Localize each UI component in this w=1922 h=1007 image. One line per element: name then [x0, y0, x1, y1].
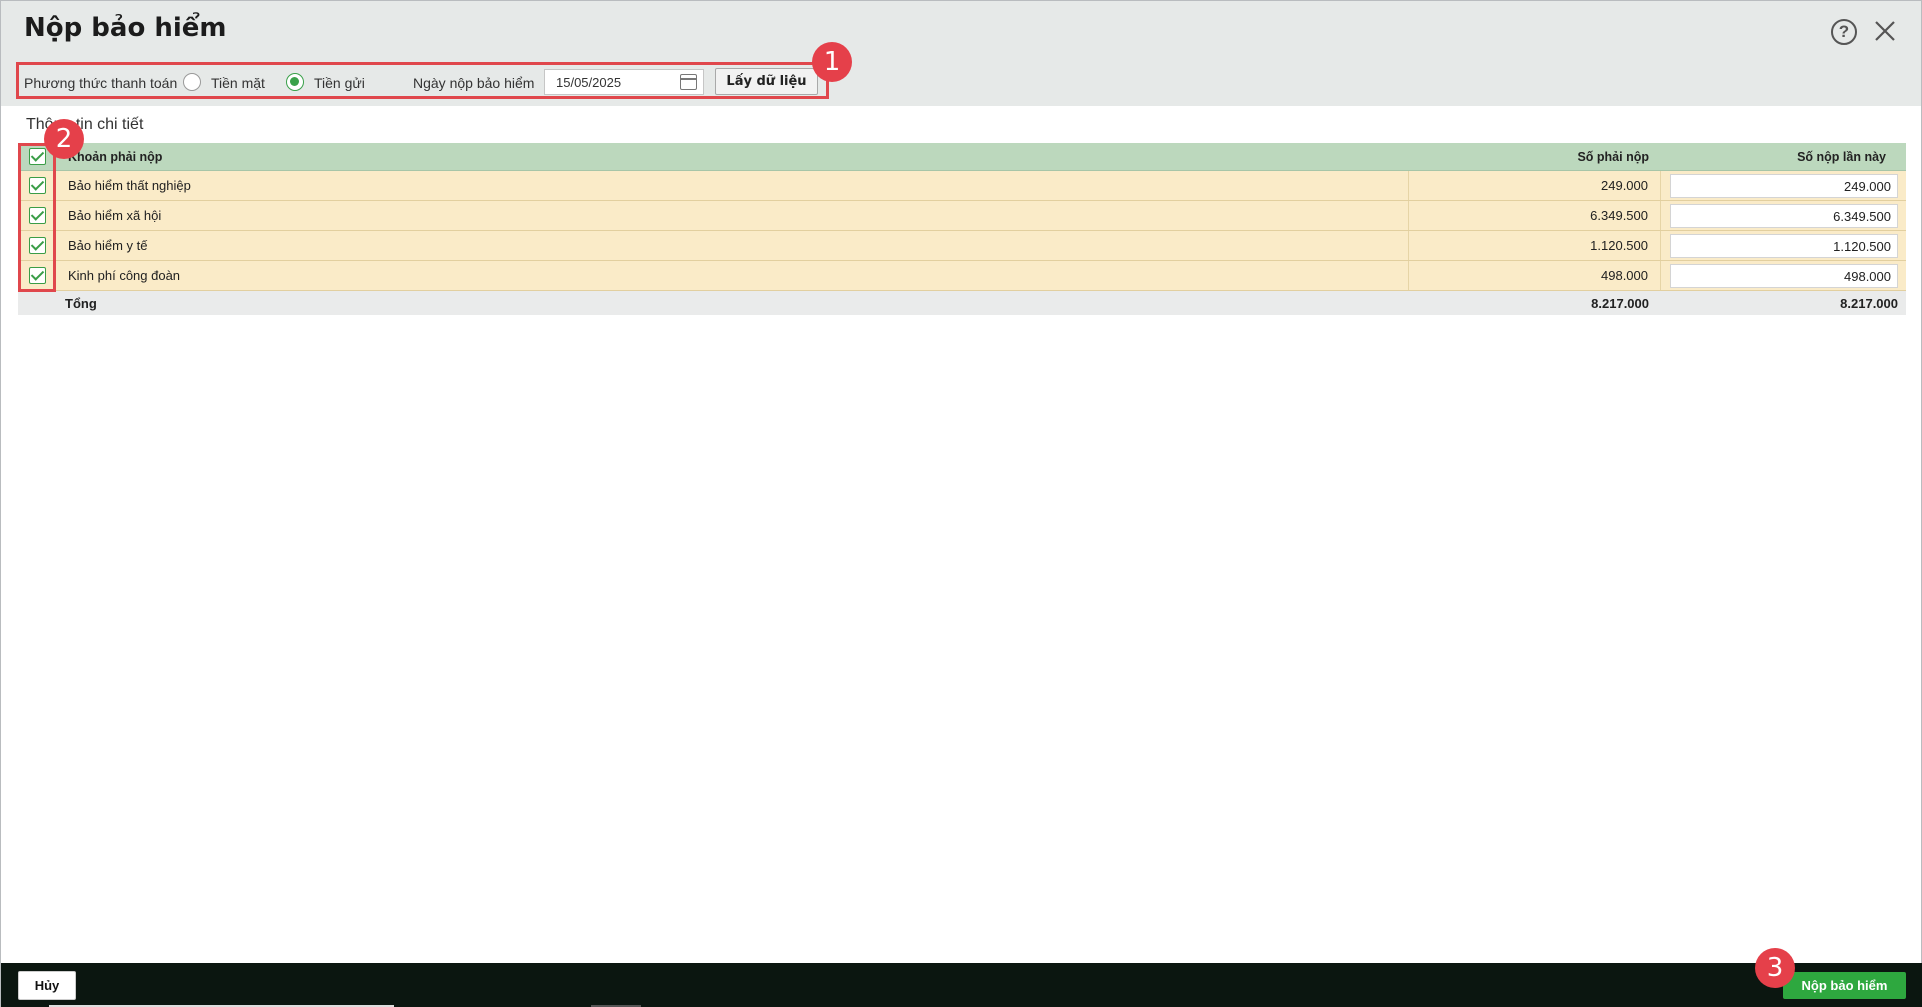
section-title: Thông tin chi tiết: [26, 116, 144, 133]
column-header-pay[interactable]: Số nộp lần này: [1661, 143, 1906, 170]
row-pay-input[interactable]: 1.120.500: [1670, 233, 1898, 258]
annotation-badge-3: 3: [1755, 948, 1795, 988]
row-checkbox[interactable]: [28, 267, 46, 284]
dialog-header: Nộp bảo hiểm ? Phương thức thanh toán Ti…: [1, 1, 1921, 106]
row-due-amount: 498.000: [1408, 261, 1661, 290]
question-circle-icon[interactable]: ?: [1831, 19, 1857, 45]
radio-cash-label[interactable]: Tiền mặt: [211, 75, 265, 91]
row-checkbox[interactable]: [28, 237, 46, 254]
total-due: 8.217.000: [1591, 295, 1649, 311]
row-checkbox[interactable]: [28, 207, 46, 224]
payment-date-value: 15/05/2025: [556, 75, 622, 90]
row-pay-input[interactable]: 6.349.500: [1670, 203, 1898, 228]
insurance-payment-dialog: Nộp bảo hiểm ? Phương thức thanh toán Ti…: [0, 0, 1922, 1007]
row-name: Kinh phí công đoàn: [68, 268, 181, 283]
select-all-checkbox[interactable]: [28, 148, 46, 165]
column-header-due[interactable]: Số phải nộp: [1408, 143, 1661, 170]
row-name: Bảo hiểm thất nghiệp: [68, 178, 191, 193]
radio-deposit-label[interactable]: Tiền gửi: [314, 75, 365, 91]
submit-insurance-button[interactable]: Nộp bảo hiểm: [1783, 972, 1906, 999]
row-due-amount: 1.120.500: [1408, 231, 1661, 260]
total-pay: 8.217.000: [1840, 295, 1898, 311]
radio-deposit[interactable]: [286, 73, 304, 91]
row-due-amount: 249.000: [1408, 171, 1661, 200]
row-name: Bảo hiểm y tế: [68, 238, 148, 253]
payment-date-label: Ngày nộp bảo hiểm: [413, 75, 535, 91]
fetch-data-button[interactable]: Lấy dữ liệu: [715, 68, 818, 95]
calendar-icon[interactable]: [680, 74, 697, 90]
payment-method-label: Phương thức thanh toán: [24, 75, 178, 91]
table-row[interactable]: Bảo hiểm y tế 1.120.500 1.120.500: [18, 231, 1906, 261]
table-total-row: Tổng 8.217.000 8.217.000: [18, 291, 1906, 315]
total-label: Tổng: [65, 295, 97, 311]
dialog-footer: Hủy Nộp bảo hiểm: [1, 963, 1922, 1007]
dialog-title: Nộp bảo hiểm: [24, 13, 227, 43]
table-header-row: Khoản phải nộp Số phải nộp Số nộp lần nà…: [18, 143, 1906, 171]
table-row[interactable]: Kinh phí công đoàn 498.000 498.000: [18, 261, 1906, 291]
cancel-button[interactable]: Hủy: [18, 971, 76, 1000]
close-icon[interactable]: [1871, 17, 1899, 45]
insurance-table: Khoản phải nộp Số phải nộp Số nộp lần nà…: [18, 143, 1906, 315]
row-checkbox[interactable]: [28, 177, 46, 194]
row-pay-input[interactable]: 498.000: [1670, 263, 1898, 288]
table-row[interactable]: Bảo hiểm thất nghiệp 249.000 249.000: [18, 171, 1906, 201]
column-header-name[interactable]: Khoản phải nộp: [68, 143, 1408, 170]
payment-toolbar: Phương thức thanh toán Tiền mặt Tiền gửi…: [16, 62, 829, 99]
annotation-badge-2: 2: [44, 119, 84, 159]
row-due-amount: 6.349.500: [1408, 201, 1661, 230]
payment-date-input[interactable]: 15/05/2025: [544, 69, 704, 95]
row-pay-input[interactable]: 249.000: [1670, 173, 1898, 198]
row-name: Bảo hiểm xã hội: [68, 208, 162, 223]
annotation-badge-1: 1: [812, 42, 852, 82]
radio-cash[interactable]: [183, 73, 201, 91]
table-row[interactable]: Bảo hiểm xã hội 6.349.500 6.349.500: [18, 201, 1906, 231]
